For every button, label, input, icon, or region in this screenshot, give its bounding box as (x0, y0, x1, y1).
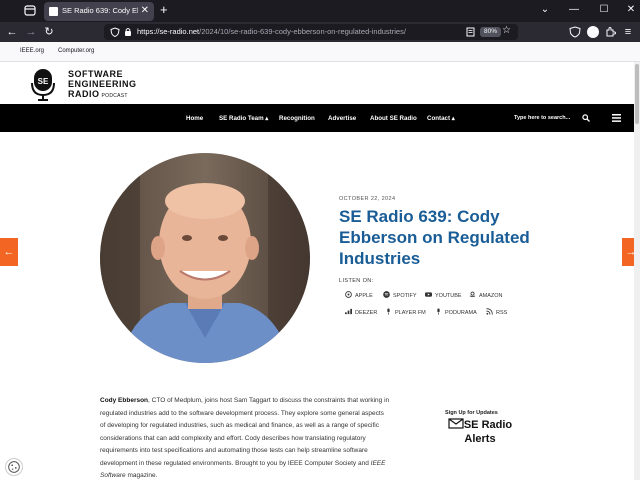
bookmark-ieee[interactable]: IEEE.org (20, 48, 44, 54)
microphone-icon (387, 308, 390, 315)
site-favicon-icon (49, 7, 58, 16)
nav-home[interactable]: Home (186, 115, 203, 122)
cookie-settings-icon[interactable] (5, 458, 23, 476)
reader-view-icon[interactable] (466, 27, 475, 37)
nav-about[interactable]: About SE Radio (370, 115, 417, 122)
deezer-icon (345, 308, 352, 315)
maximize-icon[interactable]: ☐ (597, 2, 611, 18)
spotify-icon (383, 291, 390, 298)
tab-close-icon[interactable]: ✕ (141, 5, 149, 17)
rss-icon (486, 308, 493, 315)
lock-icon[interactable] (124, 27, 132, 37)
address-bar[interactable]: https://se-radio.net/2024/10/se-radio-63… (104, 24, 518, 40)
new-tab-icon[interactable]: + (160, 3, 168, 17)
tab-title: SE Radio 639: Cody Ebberson on Regulated… (62, 6, 138, 15)
nav-contact[interactable]: Contact ▴ (427, 115, 455, 122)
url-text: https://se-radio.net/2024/10/se-radio-63… (137, 27, 406, 36)
episode-date: OCTOBER 22, 2024 (339, 196, 396, 202)
account-icon[interactable] (587, 26, 599, 38)
back-icon[interactable]: ← (5, 25, 19, 39)
platform-rss[interactable]: RSS (486, 308, 507, 316)
microphone-logo-icon: SE (31, 69, 55, 101)
signup-label: Sign Up for Updates (445, 410, 498, 416)
amazon-icon (469, 291, 476, 298)
bookmark-star-icon[interactable]: ☆ (502, 25, 511, 36)
envelope-icon (448, 418, 464, 429)
extensions-icon[interactable] (604, 26, 616, 38)
page-scrollbar[interactable] (634, 62, 640, 480)
shield-icon[interactable] (110, 27, 120, 37)
browser-tab-bar: SE Radio 639: Cody Ebberson on Regulated… (0, 0, 640, 22)
podcast-icon (345, 291, 352, 298)
site-search-input[interactable]: Type here to search... (514, 115, 570, 121)
platform-youtube[interactable]: YOUTUBE (425, 291, 462, 299)
app-menu-icon[interactable]: ≡ (621, 25, 635, 39)
search-icon[interactable] (582, 114, 590, 122)
platform-amazon[interactable]: AMAZON (469, 291, 503, 299)
microphone-icon (437, 308, 440, 315)
platform-deezer[interactable]: DEEZER (345, 308, 377, 316)
previous-episode-arrow-icon[interactable]: ← (0, 238, 18, 266)
reload-icon[interactable]: ↻ (42, 25, 56, 39)
tab-list-icon[interactable] (24, 5, 36, 16)
guest-name: Cody Ebberson (100, 397, 149, 404)
guest-portrait (100, 153, 310, 363)
listen-on-label: LISTEN ON: (339, 278, 374, 284)
bookmark-computer-org[interactable]: Computer.org (58, 48, 94, 54)
se-radio-alerts[interactable]: SE Radio Alerts (440, 418, 520, 446)
logo-wordmark: SOFTWARE ENGINEERING RADIO PODCAST (68, 69, 137, 99)
site-navigation: Home SE Radio Team ▴ Recognition Adverti… (0, 104, 640, 132)
logo-mark: SE (38, 77, 49, 86)
hamburger-menu-icon[interactable] (612, 114, 621, 122)
nav-se-radio-team[interactable]: SE Radio Team ▴ (219, 115, 268, 122)
nav-advertise[interactable]: Advertise (328, 115, 356, 122)
nav-recognition[interactable]: Recognition (279, 115, 315, 122)
tab-overflow-chevron-icon[interactable]: ⌄ (538, 2, 552, 18)
episode-description: Cody Ebberson, CTO of Medplum, joins hos… (100, 397, 390, 479)
bookmarks-bar: IEEE.org Computer.org (0, 42, 640, 62)
platform-spotify[interactable]: SPOTIFY (383, 291, 417, 299)
browser-nav-bar: ← → ↻ https://se-radio.net/2024/10/se-ra… (0, 22, 640, 42)
platform-apple[interactable]: APPLE (345, 291, 373, 299)
active-tab[interactable]: SE Radio 639: Cody Ebberson on Regulated… (44, 2, 154, 21)
platform-player-fm[interactable]: PLAYER FM (385, 308, 426, 316)
window-close-icon[interactable]: ✕ (624, 2, 638, 18)
minimize-icon[interactable]: — (567, 2, 581, 18)
scrollbar-thumb[interactable] (635, 64, 639, 124)
youtube-icon (425, 292, 432, 297)
zoom-level[interactable]: 80% (480, 27, 502, 37)
forward-icon[interactable]: → (24, 25, 38, 39)
episode-title: SE Radio 639: Cody Ebberson on Regulated… (339, 207, 530, 268)
pocket-shield-icon[interactable] (569, 26, 581, 38)
platform-podurama[interactable]: PODURAMA (435, 308, 477, 316)
